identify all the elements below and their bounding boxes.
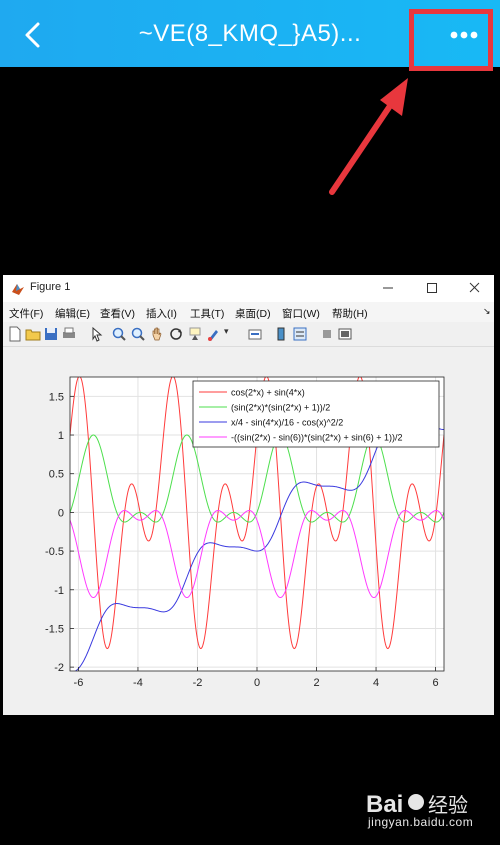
svg-text:Bai: Bai — [366, 791, 403, 818]
show-plot-tools-icon[interactable] — [337, 326, 353, 342]
minimize-icon[interactable] — [374, 279, 402, 297]
x-tick-label: -2 — [193, 677, 203, 689]
menu-help[interactable]: 帮助(H) — [332, 306, 368, 321]
y-tick-label: 0.5 — [49, 469, 64, 481]
page-title: ~VE(8_KMQ_}A5)... — [138, 20, 362, 47]
save-icon[interactable] — [43, 326, 59, 342]
open-file-icon[interactable] — [25, 326, 41, 342]
annotation-arrow-icon — [329, 78, 408, 195]
zoom-out-icon[interactable] — [130, 326, 146, 342]
y-tick-label: 1 — [58, 430, 64, 442]
menu-view[interactable]: 查看(V) — [100, 306, 135, 321]
legend-icon[interactable] — [292, 326, 308, 342]
close-icon[interactable] — [461, 279, 489, 297]
back-chevron-icon[interactable] — [18, 18, 48, 52]
figure-titlebar: Figure 1 — [3, 275, 494, 302]
x-tick-label: 0 — [254, 677, 260, 689]
legend-label: -((sin(2*x) - sin(6))*(sin(2*x) + sin(6)… — [231, 433, 403, 443]
x-tick-label: -6 — [74, 677, 84, 689]
rotate-3d-icon[interactable] — [168, 326, 184, 342]
data-cursor-icon[interactable] — [187, 326, 203, 342]
menu-insert[interactable]: 插入(I) — [146, 306, 177, 321]
annotation-highlight-box — [409, 9, 493, 71]
menu-tools[interactable]: 工具(T) — [190, 306, 224, 321]
legend-label: (sin(2*x)*(sin(2*x) + 1))/2 — [231, 403, 330, 413]
menu-file[interactable]: 文件(F) — [9, 306, 43, 321]
x-tick-label: 2 — [313, 677, 319, 689]
menu-edit[interactable]: 编辑(E) — [55, 306, 90, 321]
y-tick-label: -1.5 — [45, 623, 64, 635]
zoom-in-icon[interactable] — [111, 326, 127, 342]
brush-dropdown-icon[interactable]: ▾ — [224, 326, 240, 342]
x-tick-label: 4 — [373, 677, 379, 689]
legend-label: x/4 - sin(4*x)/16 - cos(x)^2/2 — [231, 418, 343, 428]
figure-window: Figure 1 文件(F) 编辑(E) 查看(V) 插入(I) 工具(T) 桌… — [3, 275, 494, 715]
menu-desktop[interactable]: 桌面(D) — [235, 306, 271, 321]
maximize-icon[interactable] — [418, 279, 446, 297]
menu-dock-arrow-icon[interactable]: ↘ — [483, 306, 491, 317]
y-tick-label: -1 — [54, 585, 64, 597]
pointer-icon[interactable] — [89, 326, 105, 342]
plot-area[interactable]: -6 -4 -2 0 2 4 6 1.5 1 0.5 0 -0.5 -1 -1.5 -2 cos(2*x) +… — [3, 347, 494, 715]
y-tick-label: 0 — [58, 507, 64, 519]
y-tick-label: -2 — [54, 662, 64, 674]
hide-plot-tools-icon[interactable] — [319, 326, 335, 342]
new-figure-icon[interactable] — [7, 326, 23, 342]
x-tick-label: -4 — [133, 677, 143, 689]
watermark-url: jingyan.baidu.com — [368, 815, 474, 829]
x-tick-label: 6 — [433, 677, 439, 689]
link-plot-icon[interactable] — [247, 326, 263, 342]
figure-menubar: 文件(F) 编辑(E) 查看(V) 插入(I) 工具(T) 桌面(D) 窗口(W… — [3, 302, 494, 322]
print-icon[interactable] — [61, 326, 77, 342]
baidu-jingyan-logo-icon: Bai 经验 — [366, 791, 468, 818]
menu-window[interactable]: 窗口(W) — [282, 306, 320, 321]
colorbar-icon[interactable] — [273, 326, 289, 342]
brush-icon[interactable] — [206, 326, 222, 342]
figure-toolbar: ▾ — [3, 322, 494, 347]
figure-canvas: -6 -4 -2 0 2 4 6 1.5 1 0.5 0 -0.5 -1 -1.5 -2 cos(2*x) +… — [3, 347, 494, 715]
matlab-logo-icon — [12, 284, 24, 295]
svg-text:经验: 经验 — [428, 793, 468, 817]
legend-label: cos(2*x) + sin(4*x) — [231, 388, 305, 398]
figure-title: Figure 1 — [30, 281, 71, 293]
pan-hand-icon[interactable] — [149, 326, 165, 342]
y-tick-label: 1.5 — [49, 391, 64, 403]
y-tick-label: -0.5 — [45, 546, 64, 558]
